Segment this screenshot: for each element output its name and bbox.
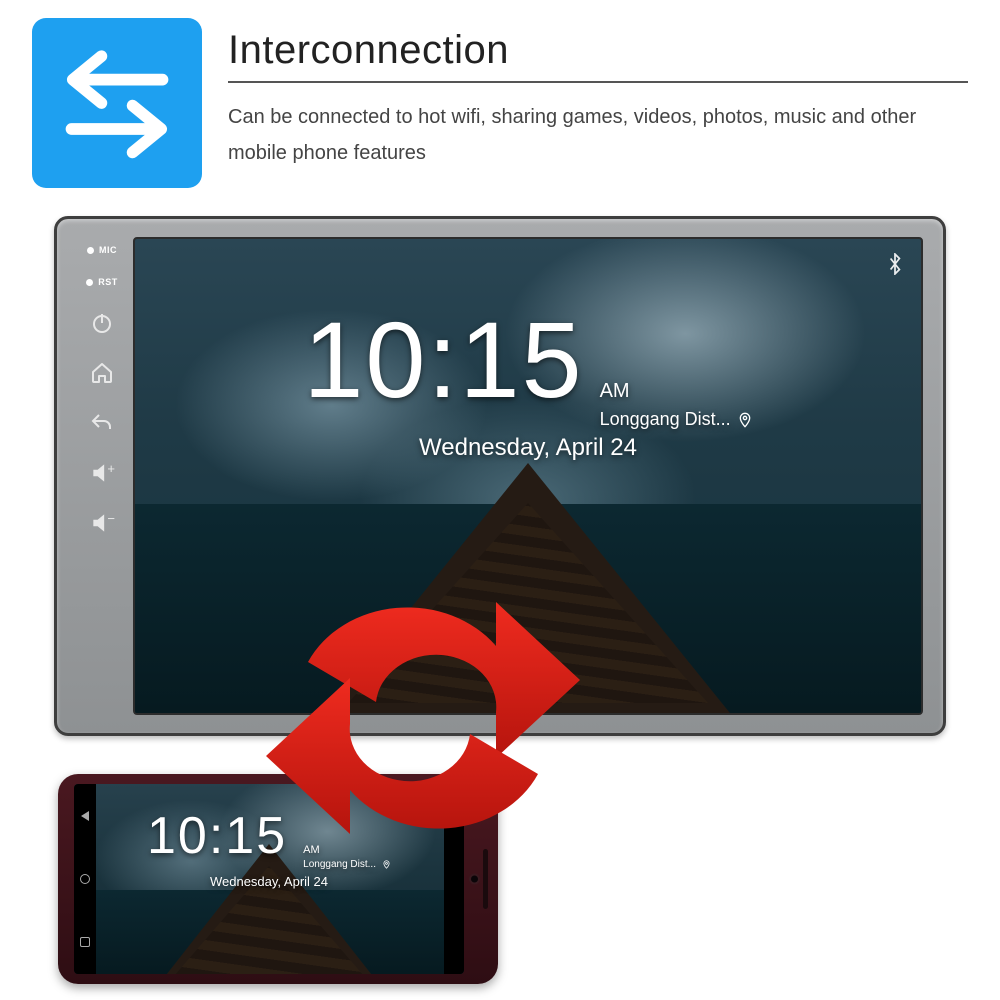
headunit-button-column: MIC RST + −: [71, 237, 133, 715]
phone-clock-location: Longgang Dist...: [303, 859, 376, 870]
phone-speaker-grille: [483, 849, 488, 909]
home-button[interactable]: [88, 359, 116, 387]
clock-time: 10:15: [303, 297, 583, 422]
feature-header: Interconnection Can be connected to hot …: [32, 18, 968, 188]
title-divider: [228, 81, 968, 83]
header-text-block: Interconnection Can be connected to hot …: [228, 18, 968, 171]
svg-text:−: −: [107, 511, 115, 526]
svg-text:+: +: [107, 461, 115, 476]
mic-pinhole[interactable]: MIC: [87, 245, 117, 255]
volume-up-button[interactable]: +: [88, 459, 116, 487]
feature-title: Interconnection: [228, 28, 968, 73]
power-button[interactable]: [88, 309, 116, 337]
location-pin-icon: [737, 410, 753, 430]
sync-arrows-icon: [258, 584, 588, 852]
clock-date: Wednesday, April 24: [135, 434, 921, 462]
rst-label: RST: [98, 277, 118, 287]
feature-description: Can be connected to hot wifi, sharing ga…: [228, 99, 968, 171]
reset-pinhole[interactable]: RST: [86, 277, 118, 287]
interconnection-icon: [32, 18, 202, 188]
clock-widget: 10:15 AM Longgang Dist... Wednesday, Apr…: [135, 297, 921, 462]
bluetooth-icon: [887, 253, 903, 280]
nav-recents-icon[interactable]: [80, 937, 90, 947]
back-button[interactable]: [88, 409, 116, 437]
mic-label: MIC: [99, 245, 117, 255]
volume-down-button[interactable]: −: [88, 509, 116, 537]
phone-clock-date: Wednesday, April 24: [74, 874, 464, 889]
clock-location: Longgang Dist...: [600, 409, 731, 430]
clock-ampm: AM: [600, 380, 630, 403]
phone-location-pin-icon: [382, 859, 391, 870]
phone-front-camera: [469, 874, 480, 885]
